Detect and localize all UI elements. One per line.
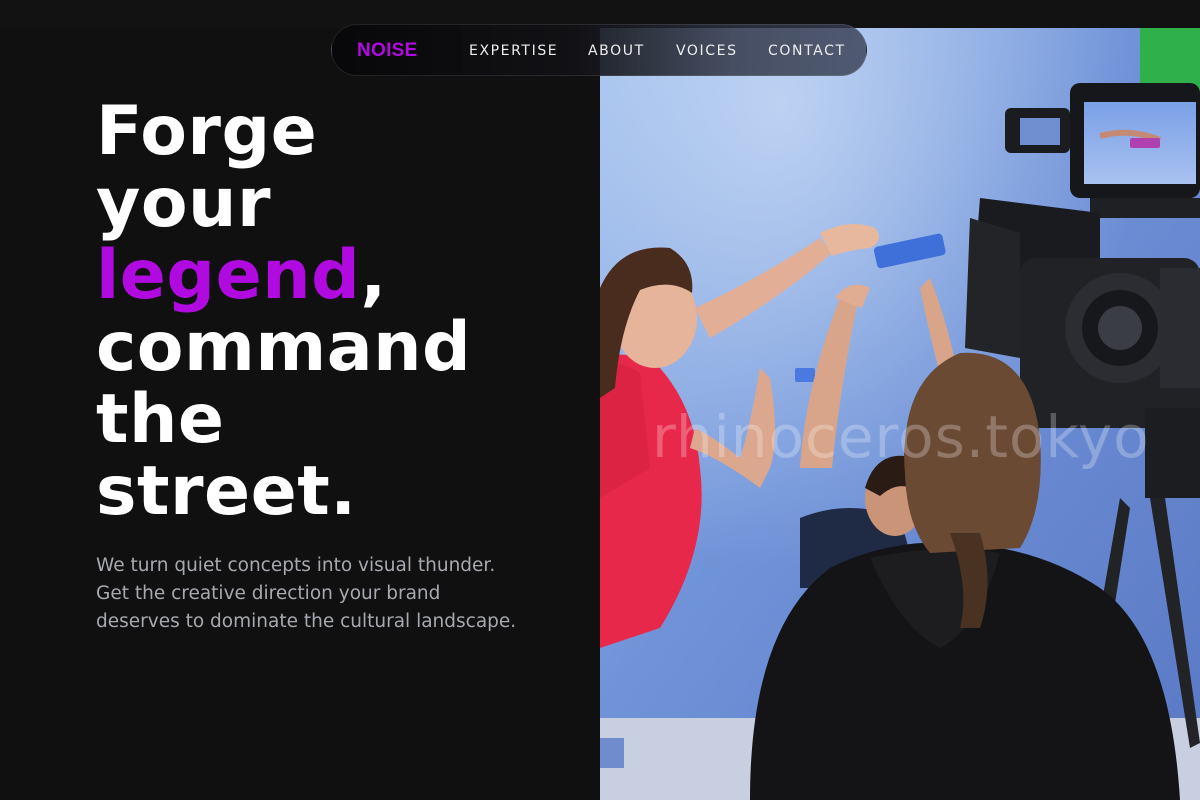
headline-line-2: your bbox=[96, 164, 271, 243]
hero-photo: rhinoceros.tokyo bbox=[600, 28, 1200, 800]
hero-headline: Forge your legend, command the street. bbox=[96, 96, 471, 528]
nav-link-contact[interactable]: CONTACT bbox=[768, 43, 846, 59]
headline-line-1: Forge bbox=[96, 92, 318, 171]
brand-logo[interactable]: NOISE bbox=[357, 40, 418, 62]
nav-link-about[interactable]: ABOUT bbox=[588, 43, 645, 59]
headline-accent-word: legend bbox=[96, 236, 361, 315]
page: rhinoceros.tokyo NOISE EXPERTISE ABOUT V… bbox=[0, 0, 1200, 800]
nav-link-expertise[interactable]: EXPERTISE bbox=[469, 43, 558, 59]
main-navigation: NOISE EXPERTISE ABOUT VOICES CONTACT bbox=[331, 24, 867, 76]
hero-subtitle: We turn quiet concepts into visual thund… bbox=[96, 555, 517, 632]
headline-line-6: street. bbox=[96, 452, 357, 531]
watermark-text: rhinoceros.tokyo bbox=[652, 403, 1150, 471]
headline-accent-suffix: , bbox=[360, 236, 387, 315]
headline-line-5: the bbox=[96, 380, 225, 459]
headline-line-4: command bbox=[96, 308, 472, 387]
nav-link-voices[interactable]: VOICES bbox=[676, 43, 738, 59]
